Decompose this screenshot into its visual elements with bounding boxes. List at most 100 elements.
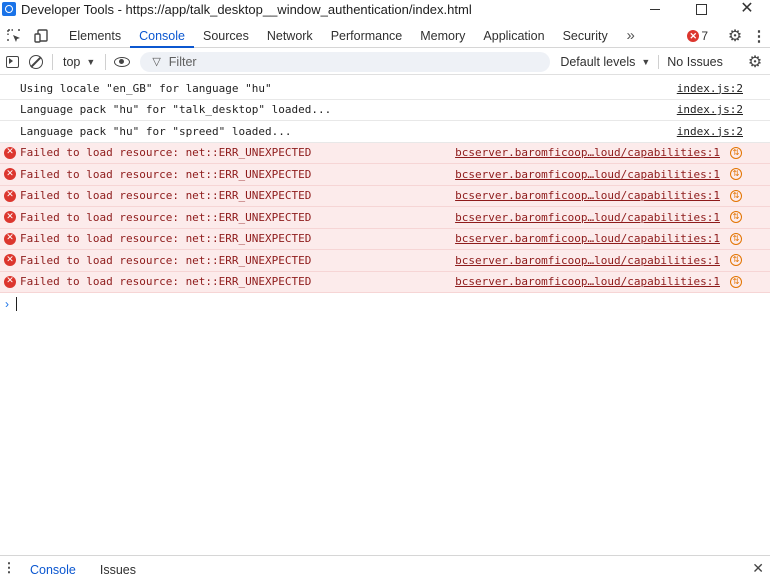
maximize-button[interactable] [678,0,724,18]
kebab-menu-icon: ⋮ [2,560,16,574]
tab-bar-actions: ✕ 7 ⚙ ⋮ [687,24,770,48]
inspect-element-button[interactable] [0,24,28,47]
network-request-icon[interactable]: ⇅ [730,232,742,245]
console-message: Language pack "hu" for "talk_desktop" lo… [0,100,770,121]
message-source-link[interactable]: bcserver.baromficoop…loud/capabilities:1 [455,146,720,159]
inspect-icon [7,28,20,42]
context-value: top [63,54,81,69]
message-text: Failed to load resource: net::ERR_UNEXPE… [20,146,312,160]
console-error-message: ✕ Failed to load resource: net::ERR_UNEX… [0,164,770,186]
message-source-link[interactable]: bcserver.baromficoop…loud/capabilities:1 [455,189,720,202]
drawer-tab-issues[interactable]: Issues [100,556,136,574]
message-text: Failed to load resource: net::ERR_UNEXPE… [20,167,312,181]
tab-security[interactable]: Security [554,24,617,47]
minimize-button[interactable] [632,0,678,18]
error-count: 7 [701,29,708,43]
console-error-message: ✕ Failed to load resource: net::ERR_UNEX… [0,250,770,272]
network-request-icon[interactable]: ⇅ [730,211,742,224]
tab-elements[interactable]: Elements [60,24,130,47]
chevron-down-icon: ▼ [86,56,96,67]
console-error-message: ✕ Failed to load resource: net::ERR_UNEX… [0,271,770,293]
message-source-link[interactable]: bcserver.baromficoop…loud/capabilities:1 [455,211,720,224]
tab-console[interactable]: Console [130,24,194,48]
toolbar-divider [52,53,53,70]
error-icon: ✕ [4,211,16,224]
more-tabs-button[interactable]: » [617,24,645,47]
console-error-message: ✕ Failed to load resource: net::ERR_UNEX… [0,142,770,164]
chevron-right-icon: › [5,297,9,311]
console-settings-button[interactable]: ⚙ [744,50,766,74]
network-request-icon[interactable]: ⇅ [730,275,742,288]
context-selector[interactable]: top ▼ [57,50,101,74]
panel-tabs: Elements Console Sources Network Perform… [60,24,617,48]
error-icon: ✕ [4,232,16,245]
message-text: Language pack "hu" for "talk_desktop" lo… [20,103,332,117]
message-source-link[interactable]: index.js:2 [677,125,743,138]
message-source-link[interactable]: bcserver.baromficoop…loud/capabilities:1 [455,232,720,245]
error-icon: ✕ [4,254,16,267]
tab-sources[interactable]: Sources [194,24,258,47]
close-window-button[interactable]: ✕ [724,0,770,18]
clear-console-button[interactable] [24,50,48,74]
sidebar-toggle-icon [5,55,19,68]
customize-menu-button[interactable]: ⋮ [748,27,770,45]
message-text: Language pack "hu" for "spreed" loaded..… [20,124,292,138]
console-error-message: ✕ Failed to load resource: net::ERR_UNEX… [0,207,770,229]
eye-icon [114,56,131,67]
message-source-link[interactable]: index.js:2 [677,103,743,116]
console-error-message: ✕ Failed to load resource: net::ERR_UNEX… [0,228,770,250]
filter-icon: ▽ [152,56,161,68]
bottom-drawer: ⋮ Console Issues ✕ [0,555,770,574]
tab-network[interactable]: Network [258,24,322,47]
text-cursor [16,297,17,311]
issues-button[interactable]: No Issues [658,54,723,69]
console-messages: Using locale "en_GB" for language "hu" i… [0,78,770,315]
message-source-link[interactable]: bcserver.baromficoop…loud/capabilities:1 [455,275,720,288]
network-request-icon[interactable]: ⇅ [730,254,742,267]
message-source-link[interactable]: index.js:2 [677,82,743,95]
console-prompt[interactable]: › [0,293,770,315]
network-request-icon[interactable]: ⇅ [730,168,742,181]
devtools-tab-bar: Elements Console Sources Network Perform… [0,24,770,48]
clear-icon [29,54,43,69]
message-text: Failed to load resource: net::ERR_UNEXPE… [20,210,312,224]
log-levels-label: Default levels [560,54,636,69]
message-text: Failed to load resource: net::ERR_UNEXPE… [20,253,312,267]
close-drawer-button[interactable]: ✕ [752,560,764,574]
console-error-message: ✕ Failed to load resource: net::ERR_UNEX… [0,185,770,207]
gear-icon: ⚙ [747,54,763,71]
window-controls: ✕ [632,0,770,18]
message-text: Failed to load resource: net::ERR_UNEXPE… [20,275,312,289]
device-toolbar-icon [34,28,48,43]
error-icon: ✕ [4,146,16,159]
message-text: Failed to load resource: net::ERR_UNEXPE… [20,189,312,203]
console-toolbar: top ▼ ▽ Default levels ▼ No Issues ⚙ [0,49,770,75]
network-request-icon[interactable]: ⇅ [730,189,742,202]
tab-memory[interactable]: Memory [411,24,474,47]
device-toolbar-button[interactable] [28,24,56,47]
error-icon: ✕ [687,30,700,42]
tab-application[interactable]: Application [474,24,553,47]
chevron-down-icon: ▼ [641,56,651,67]
message-source-link[interactable]: bcserver.baromficoop…loud/capabilities:1 [455,168,720,181]
app-logo-icon [2,2,16,16]
network-request-icon[interactable]: ⇅ [730,146,742,159]
console-message: Language pack "hu" for "spreed" loaded..… [0,121,770,143]
drawer-tab-console[interactable]: Console [30,556,76,574]
live-expression-button[interactable] [110,50,134,74]
error-icon: ✕ [4,168,16,181]
filter-box[interactable]: ▽ [140,51,551,72]
window-title-bar: Developer Tools - https://app/talk_deskt… [0,0,770,18]
console-message: Using locale "en_GB" for language "hu" i… [0,78,770,100]
error-icon: ✕ [4,189,16,202]
message-text: Using locale "en_GB" for language "hu" [20,81,272,95]
filter-input[interactable] [168,54,509,69]
drawer-menu-button[interactable]: ⋮ [0,556,18,574]
settings-button[interactable]: ⚙ [722,26,748,46]
tab-performance[interactable]: Performance [322,24,412,47]
error-count-badge[interactable]: ✕ 7 [687,29,708,43]
toggle-sidebar-button[interactable] [0,50,24,74]
message-source-link[interactable]: bcserver.baromficoop…loud/capabilities:1 [455,254,720,267]
log-levels-dropdown[interactable]: Default levels ▼ [560,55,650,69]
toolbar-divider [105,53,107,70]
